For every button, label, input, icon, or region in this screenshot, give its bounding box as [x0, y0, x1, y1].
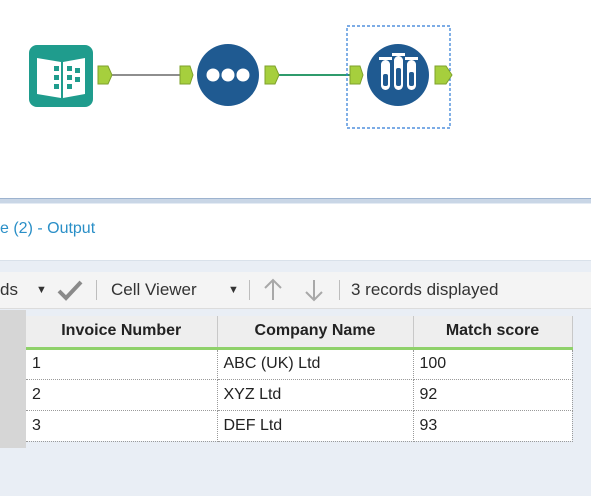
cell-viewer-button[interactable]: Cell Viewer: [111, 272, 197, 308]
toolbar-separator-1: [96, 280, 97, 300]
table-cell[interactable]: 92: [413, 379, 573, 411]
arrow-down-icon[interactable]: [302, 272, 326, 308]
workflow-canvas[interactable]: [0, 0, 591, 198]
arrow-up-icon[interactable]: [261, 272, 285, 308]
data-grid: Invoice Number Company Name Match score …: [26, 316, 573, 442]
output-anchor-1[interactable]: [97, 65, 113, 85]
table-row[interactable]: 2 XYZ Ltd 92: [26, 379, 573, 411]
table-cell[interactable]: 93: [413, 410, 573, 442]
table-cell[interactable]: 2: [26, 379, 218, 411]
workflow-svg: [29, 25, 453, 129]
input-anchor-3[interactable]: [349, 65, 364, 85]
grid-header-row: Invoice Number Company Name Match score: [26, 316, 573, 350]
data-grid-area: Invoice Number Company Name Match score …: [0, 310, 591, 496]
results-title[interactable]: e (2) - Output: [0, 220, 95, 238]
fields-dropdown-label[interactable]: ds: [0, 272, 18, 308]
table-cell[interactable]: 100: [413, 348, 573, 380]
row-header-column: [0, 310, 26, 448]
output-anchor-2[interactable]: [264, 65, 280, 85]
toolbar-separator-3: [339, 280, 340, 300]
results-title-bar: e (2) - Output: [0, 204, 591, 261]
table-row[interactable]: 3 DEF Ltd 93: [26, 410, 573, 442]
table-cell[interactable]: 3: [26, 410, 218, 442]
table-cell[interactable]: 1: [26, 348, 218, 380]
records-status: 3 records displayed: [351, 280, 499, 299]
input-anchor-2[interactable]: [179, 65, 194, 85]
test-tubes-icon[interactable]: [367, 44, 429, 106]
select-dots-icon[interactable]: [197, 44, 259, 106]
toolbar-separator-2: [249, 280, 250, 300]
results-pane: e (2) - Output ds ▼ Cell Viewer ▼ 3 reco…: [0, 204, 591, 496]
results-toolbar: ds ▼ Cell Viewer ▼ 3 records displayed: [0, 272, 591, 309]
column-header-company-name[interactable]: Company Name: [217, 316, 414, 350]
fields-dropdown-chevron-icon[interactable]: ▼: [36, 272, 47, 308]
table-cell[interactable]: DEF Ltd: [217, 410, 414, 442]
check-icon[interactable]: [56, 272, 84, 308]
table-cell[interactable]: XYZ Ltd: [217, 379, 414, 411]
cell-viewer-chevron-icon[interactable]: ▼: [228, 272, 239, 308]
input-data-book-icon[interactable]: [29, 45, 93, 107]
column-header-invoice-number[interactable]: Invoice Number: [26, 316, 218, 350]
column-header-match-score[interactable]: Match score: [413, 316, 573, 350]
table-cell[interactable]: ABC (UK) Ltd: [217, 348, 414, 380]
table-row[interactable]: 1 ABC (UK) Ltd 100: [26, 348, 573, 380]
